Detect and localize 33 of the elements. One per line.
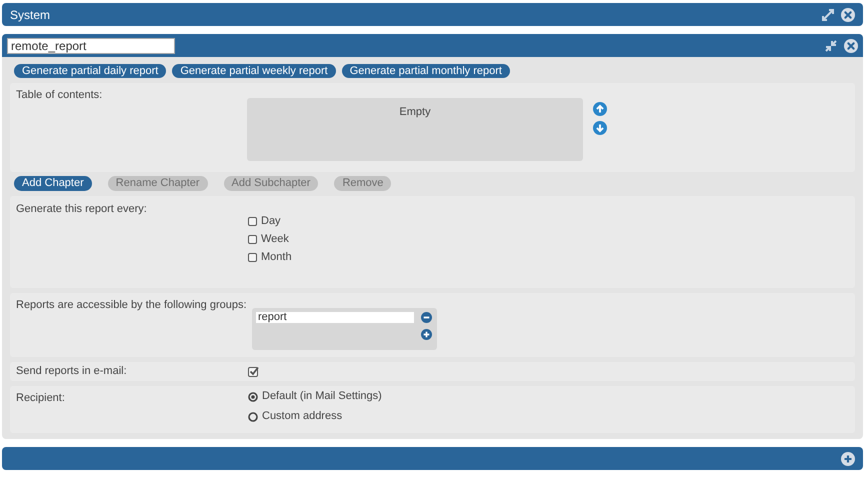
radio-label: Default (in Mail Settings) (262, 389, 382, 404)
toc-label: Table of contents: (16, 88, 104, 103)
checkbox[interactable] (248, 235, 257, 244)
report-name-field[interactable]: remote_report (7, 38, 175, 54)
groups-label: Reports are accessible by the following groups: (16, 298, 248, 313)
schedule-label: Generate this report every: (16, 202, 148, 217)
generate-report-button[interactable]: Generate partial daily report (14, 64, 166, 78)
checkbox[interactable] (248, 366, 259, 377)
recipient-label: Recipient: (16, 391, 66, 406)
radio-label: Custom address (262, 409, 342, 424)
close-icon[interactable] (841, 8, 855, 22)
remove-icon[interactable] (421, 312, 432, 323)
collapse-icon[interactable] (824, 38, 838, 52)
close-icon[interactable] (844, 38, 858, 52)
empty-text: Empty (399, 106, 431, 118)
checkbox-label: Day (261, 214, 281, 230)
email-label: Send reports in e-mail: (16, 364, 128, 380)
expand-icon[interactable] (821, 8, 835, 22)
generate-report-button[interactable]: Generate partial weekly report (172, 64, 336, 78)
move-down-icon[interactable] (593, 121, 607, 135)
move-up-icon[interactable] (593, 102, 607, 116)
checkbox[interactable] (248, 253, 257, 262)
checkbox-label: Month (261, 250, 292, 266)
group-field[interactable]: report (256, 312, 414, 323)
generate-report-button[interactable]: Generate partial monthly report (342, 64, 510, 78)
window-title: System (10, 6, 52, 24)
radio-button[interactable] (248, 412, 258, 422)
radio-button[interactable] (248, 392, 258, 402)
checkbox-label: Week (261, 232, 289, 248)
add-icon[interactable] (841, 452, 855, 466)
chapter-button[interactable]: Add Chapter (14, 176, 92, 191)
add-icon[interactable] (421, 329, 432, 340)
checkbox[interactable] (248, 217, 257, 226)
